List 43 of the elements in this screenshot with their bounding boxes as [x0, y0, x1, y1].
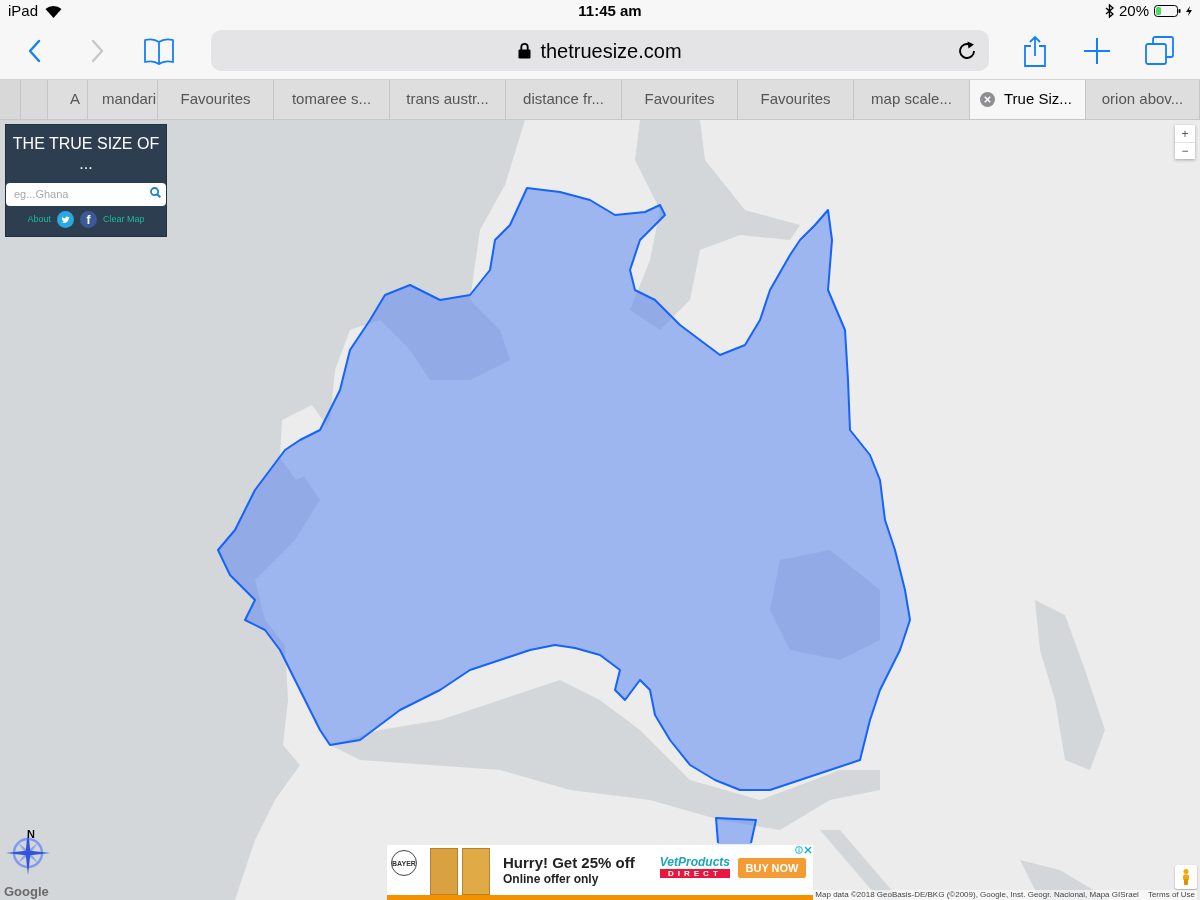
- wifi-icon: [45, 4, 63, 18]
- plus-icon: [1084, 37, 1110, 64]
- chevron-left-icon: [28, 38, 42, 63]
- chevron-right-icon: [90, 38, 104, 63]
- street-view-button[interactable]: [1175, 865, 1197, 889]
- person-icon: [1182, 869, 1190, 885]
- product-photo: [430, 848, 458, 895]
- map-attribution: Map data ©2018 GeoBasis-DE/BKG (©2009), Google, Inst. Geogr. Nacional, Mapa GISrael: [815, 890, 1139, 900]
- address-bar[interactable]: thetruesize.com: [211, 30, 989, 71]
- bluetooth-icon: [1104, 4, 1114, 19]
- close-icon[interactable]: [980, 92, 995, 107]
- search-icon[interactable]: [150, 187, 161, 198]
- country-overlay-shape[interactable]: [217, 187, 911, 791]
- tabs-icon: [1144, 36, 1174, 65]
- close-icon[interactable]: [804, 846, 812, 854]
- book-icon: [143, 36, 175, 65]
- panel-title: THE TRUE SIZE OF ...: [11, 134, 161, 174]
- battery-percentage: 20%: [1118, 1, 1149, 21]
- map-provider-logo: Google: [4, 885, 49, 898]
- ad-subline: Online offer only: [503, 872, 600, 887]
- terms-link[interactable]: Terms of Use: [1147, 890, 1195, 900]
- zoom-in-button[interactable]: +: [1175, 125, 1195, 142]
- battery-icon: [1154, 5, 1181, 18]
- seller-logo-text: VetProducts: [659, 856, 730, 869]
- info-icon[interactable]: [795, 846, 803, 854]
- product-photo: [462, 848, 490, 895]
- facebook-button[interactable]: f: [80, 211, 97, 228]
- device-name: iPad: [8, 1, 39, 21]
- url-text: thetruesize.com: [540, 38, 682, 64]
- browser-tab[interactable]: True Siz...: [970, 80, 1086, 119]
- panel-link[interactable]: Clear Map: [103, 212, 145, 227]
- clock-time: 11:45 am: [578, 1, 642, 21]
- panel-link[interactable]: About: [27, 212, 51, 227]
- island-overlay-shape[interactable]: [715, 817, 757, 844]
- reload-icon: [957, 40, 977, 61]
- ad-headline: Hurry! Get 25% off: [503, 854, 635, 872]
- search-field[interactable]: eg...Ghana: [6, 182, 166, 206]
- compass-north-label: N: [27, 829, 35, 840]
- seller-logo-tagline: DIRECT: [659, 869, 730, 878]
- bird-icon[interactable]: [57, 211, 74, 228]
- charging-bolt-icon: [1186, 6, 1192, 17]
- zoom-out-button[interactable]: −: [1175, 142, 1195, 159]
- share-icon: [1023, 34, 1047, 67]
